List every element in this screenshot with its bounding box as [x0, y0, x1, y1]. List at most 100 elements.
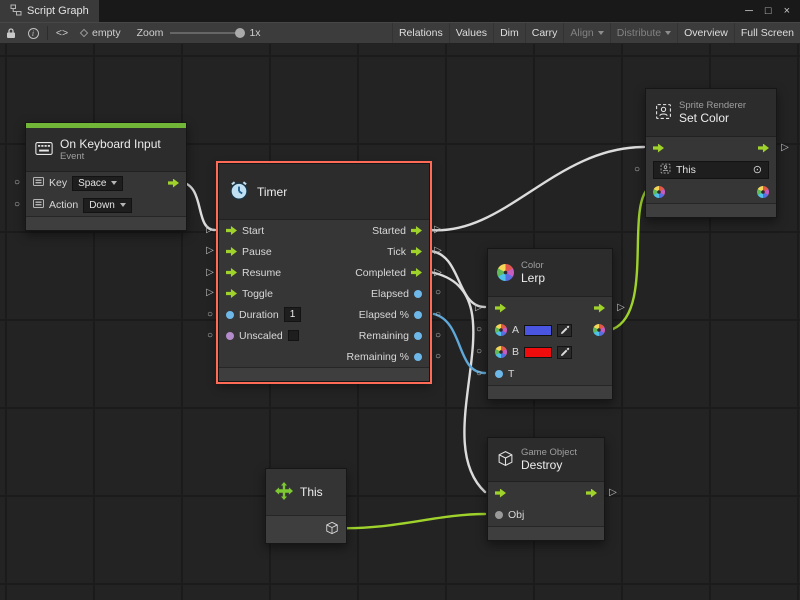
flow-output-port[interactable]	[758, 144, 769, 153]
color-result-port[interactable]	[593, 324, 605, 336]
node-on-keyboard-input[interactable]: ○ ○ On Keyboard InputEvent Key Space Act…	[25, 122, 187, 231]
relations-button[interactable]: Relations	[392, 23, 449, 43]
wire-started-to-setcolor[interactable]	[430, 147, 644, 230]
flow-input-port[interactable]	[495, 304, 506, 313]
maximize-button[interactable]: □	[765, 5, 772, 17]
value-port-pin[interactable]: ○	[11, 178, 23, 188]
value-port-pin[interactable]: ○	[631, 165, 643, 175]
tab-script-graph[interactable]: Script Graph	[0, 0, 99, 22]
value-port-pin[interactable]: ○	[473, 325, 485, 335]
carry-button[interactable]: Carry	[525, 23, 564, 43]
key-dropdown[interactable]: Space	[72, 176, 123, 191]
value-output-port[interactable]	[414, 311, 422, 319]
color-swatch-a[interactable]	[524, 325, 552, 336]
value-port-pin[interactable]: ○	[432, 352, 444, 362]
value-port-pin[interactable]: ○	[432, 331, 444, 341]
value-input-port-obj[interactable]	[495, 511, 503, 519]
unscaled-checkbox[interactable]	[288, 330, 299, 341]
value-input-port[interactable]	[226, 311, 234, 319]
window-tab-bar: Script Graph ─ □ ×	[0, 0, 800, 22]
value-port-pin[interactable]: ○	[204, 310, 216, 320]
close-button[interactable]: ×	[784, 5, 790, 17]
flow-port-pin[interactable]: ▷	[607, 488, 619, 498]
flow-output-port[interactable]	[168, 179, 179, 188]
node-title: Destroy	[521, 458, 577, 472]
node-color-lerp[interactable]: ▷ ○ ○ ○ ▷ ColorLerp A B	[487, 248, 613, 400]
flow-input-port[interactable]	[495, 489, 506, 498]
flow-port-pin[interactable]: ▷	[779, 143, 791, 153]
flow-port-pin[interactable]: ▷	[204, 225, 216, 235]
flow-output-port[interactable]	[586, 489, 597, 498]
port-label: Start	[242, 225, 264, 237]
flow-output-port[interactable]	[594, 304, 605, 313]
flow-port-pin[interactable]: ▷	[432, 225, 444, 235]
duration-input[interactable]: 1	[284, 307, 302, 322]
ports-toggle-icon[interactable]: <>	[51, 23, 73, 43]
flow-port-pin[interactable]: ▷	[204, 246, 216, 256]
zoom-slider-knob[interactable]	[235, 28, 245, 38]
minimize-button[interactable]: ─	[745, 5, 753, 17]
distribute-dropdown[interactable]: Distribute	[610, 23, 677, 43]
node-footer	[488, 385, 612, 399]
flow-input-port[interactable]	[226, 268, 237, 277]
sprite-renderer-mini-icon	[660, 163, 671, 177]
value-port-pin[interactable]: ○	[204, 331, 216, 341]
port-label: Tick	[387, 246, 406, 258]
node-timer[interactable]: ▷ ▷ ▷ ▷ ○ ○ ▷ ▷ ▷ ○ ○ ○ ○ Timer Start St…	[218, 163, 430, 382]
value-output-port[interactable]	[414, 290, 422, 298]
node-category: Game Object	[521, 447, 577, 458]
value-port-pin[interactable]: ○	[11, 200, 23, 210]
graph-canvas[interactable]: ○ ○ On Keyboard InputEvent Key Space Act…	[0, 44, 800, 600]
node-set-color[interactable]: ○ ▷ Sprite RendererSet Color This ⊙	[645, 88, 777, 218]
flow-port-pin[interactable]: ▷	[432, 268, 444, 278]
wire-elapsedpct-to-t[interactable]	[434, 314, 485, 373]
target-this-chip[interactable]: This ⊙	[653, 161, 769, 179]
zoom-slider[interactable]	[170, 32, 242, 34]
value-port-pin[interactable]: ○	[432, 310, 444, 320]
eyedropper-icon[interactable]	[557, 324, 572, 337]
fullscreen-button[interactable]: Full Screen	[734, 23, 800, 43]
value-input-port[interactable]	[226, 332, 234, 340]
info-icon[interactable]: i	[22, 23, 44, 43]
color-input-port[interactable]	[653, 186, 665, 198]
flow-input-port[interactable]	[226, 247, 237, 256]
node-destroy[interactable]: ▷ Game ObjectDestroy Obj	[487, 437, 605, 541]
flow-input-port[interactable]	[226, 226, 237, 235]
align-dropdown[interactable]: Align	[563, 23, 609, 43]
dim-button[interactable]: Dim	[493, 23, 525, 43]
action-dropdown[interactable]: Down	[83, 198, 132, 213]
target-picker-icon[interactable]: ⊙	[753, 165, 762, 176]
flow-port-pin[interactable]: ▷	[432, 246, 444, 256]
flow-output-port[interactable]	[411, 226, 422, 235]
color-swatch-b[interactable]	[524, 347, 552, 358]
chevron-down-icon	[598, 31, 604, 35]
color-output-port[interactable]	[757, 186, 769, 198]
value-port-pin[interactable]: ○	[432, 288, 444, 298]
flow-port-pin[interactable]: ▷	[204, 288, 216, 298]
flow-port-pin[interactable]: ▷	[615, 303, 627, 313]
eyedropper-icon[interactable]	[557, 346, 572, 359]
flow-port-pin[interactable]: ▷	[473, 303, 485, 313]
port-label-b: B	[512, 346, 519, 358]
node-footer	[488, 526, 604, 540]
value-port-pin[interactable]: ○	[473, 369, 485, 379]
node-this[interactable]: This	[265, 468, 347, 544]
value-port-pin[interactable]: ○	[473, 347, 485, 357]
value-input-port-t[interactable]	[495, 370, 503, 378]
color-input-port-b[interactable]	[495, 346, 507, 358]
color-input-port-a[interactable]	[495, 324, 507, 336]
flow-output-port[interactable]	[411, 247, 422, 256]
value-output-port[interactable]	[414, 332, 422, 340]
wire-tick-to-lerp[interactable]	[430, 251, 485, 307]
value-output-port[interactable]	[414, 353, 422, 361]
flow-input-port[interactable]	[653, 144, 664, 153]
values-button[interactable]: Values	[449, 23, 493, 43]
wire-this-to-obj[interactable]	[339, 514, 485, 528]
overview-button[interactable]: Overview	[677, 23, 734, 43]
target-label: This	[676, 164, 696, 176]
lock-icon[interactable]	[0, 23, 22, 43]
self-output-port[interactable]	[325, 521, 339, 538]
flow-output-port[interactable]	[411, 268, 422, 277]
flow-port-pin[interactable]: ▷	[204, 268, 216, 278]
flow-input-port[interactable]	[226, 289, 237, 298]
